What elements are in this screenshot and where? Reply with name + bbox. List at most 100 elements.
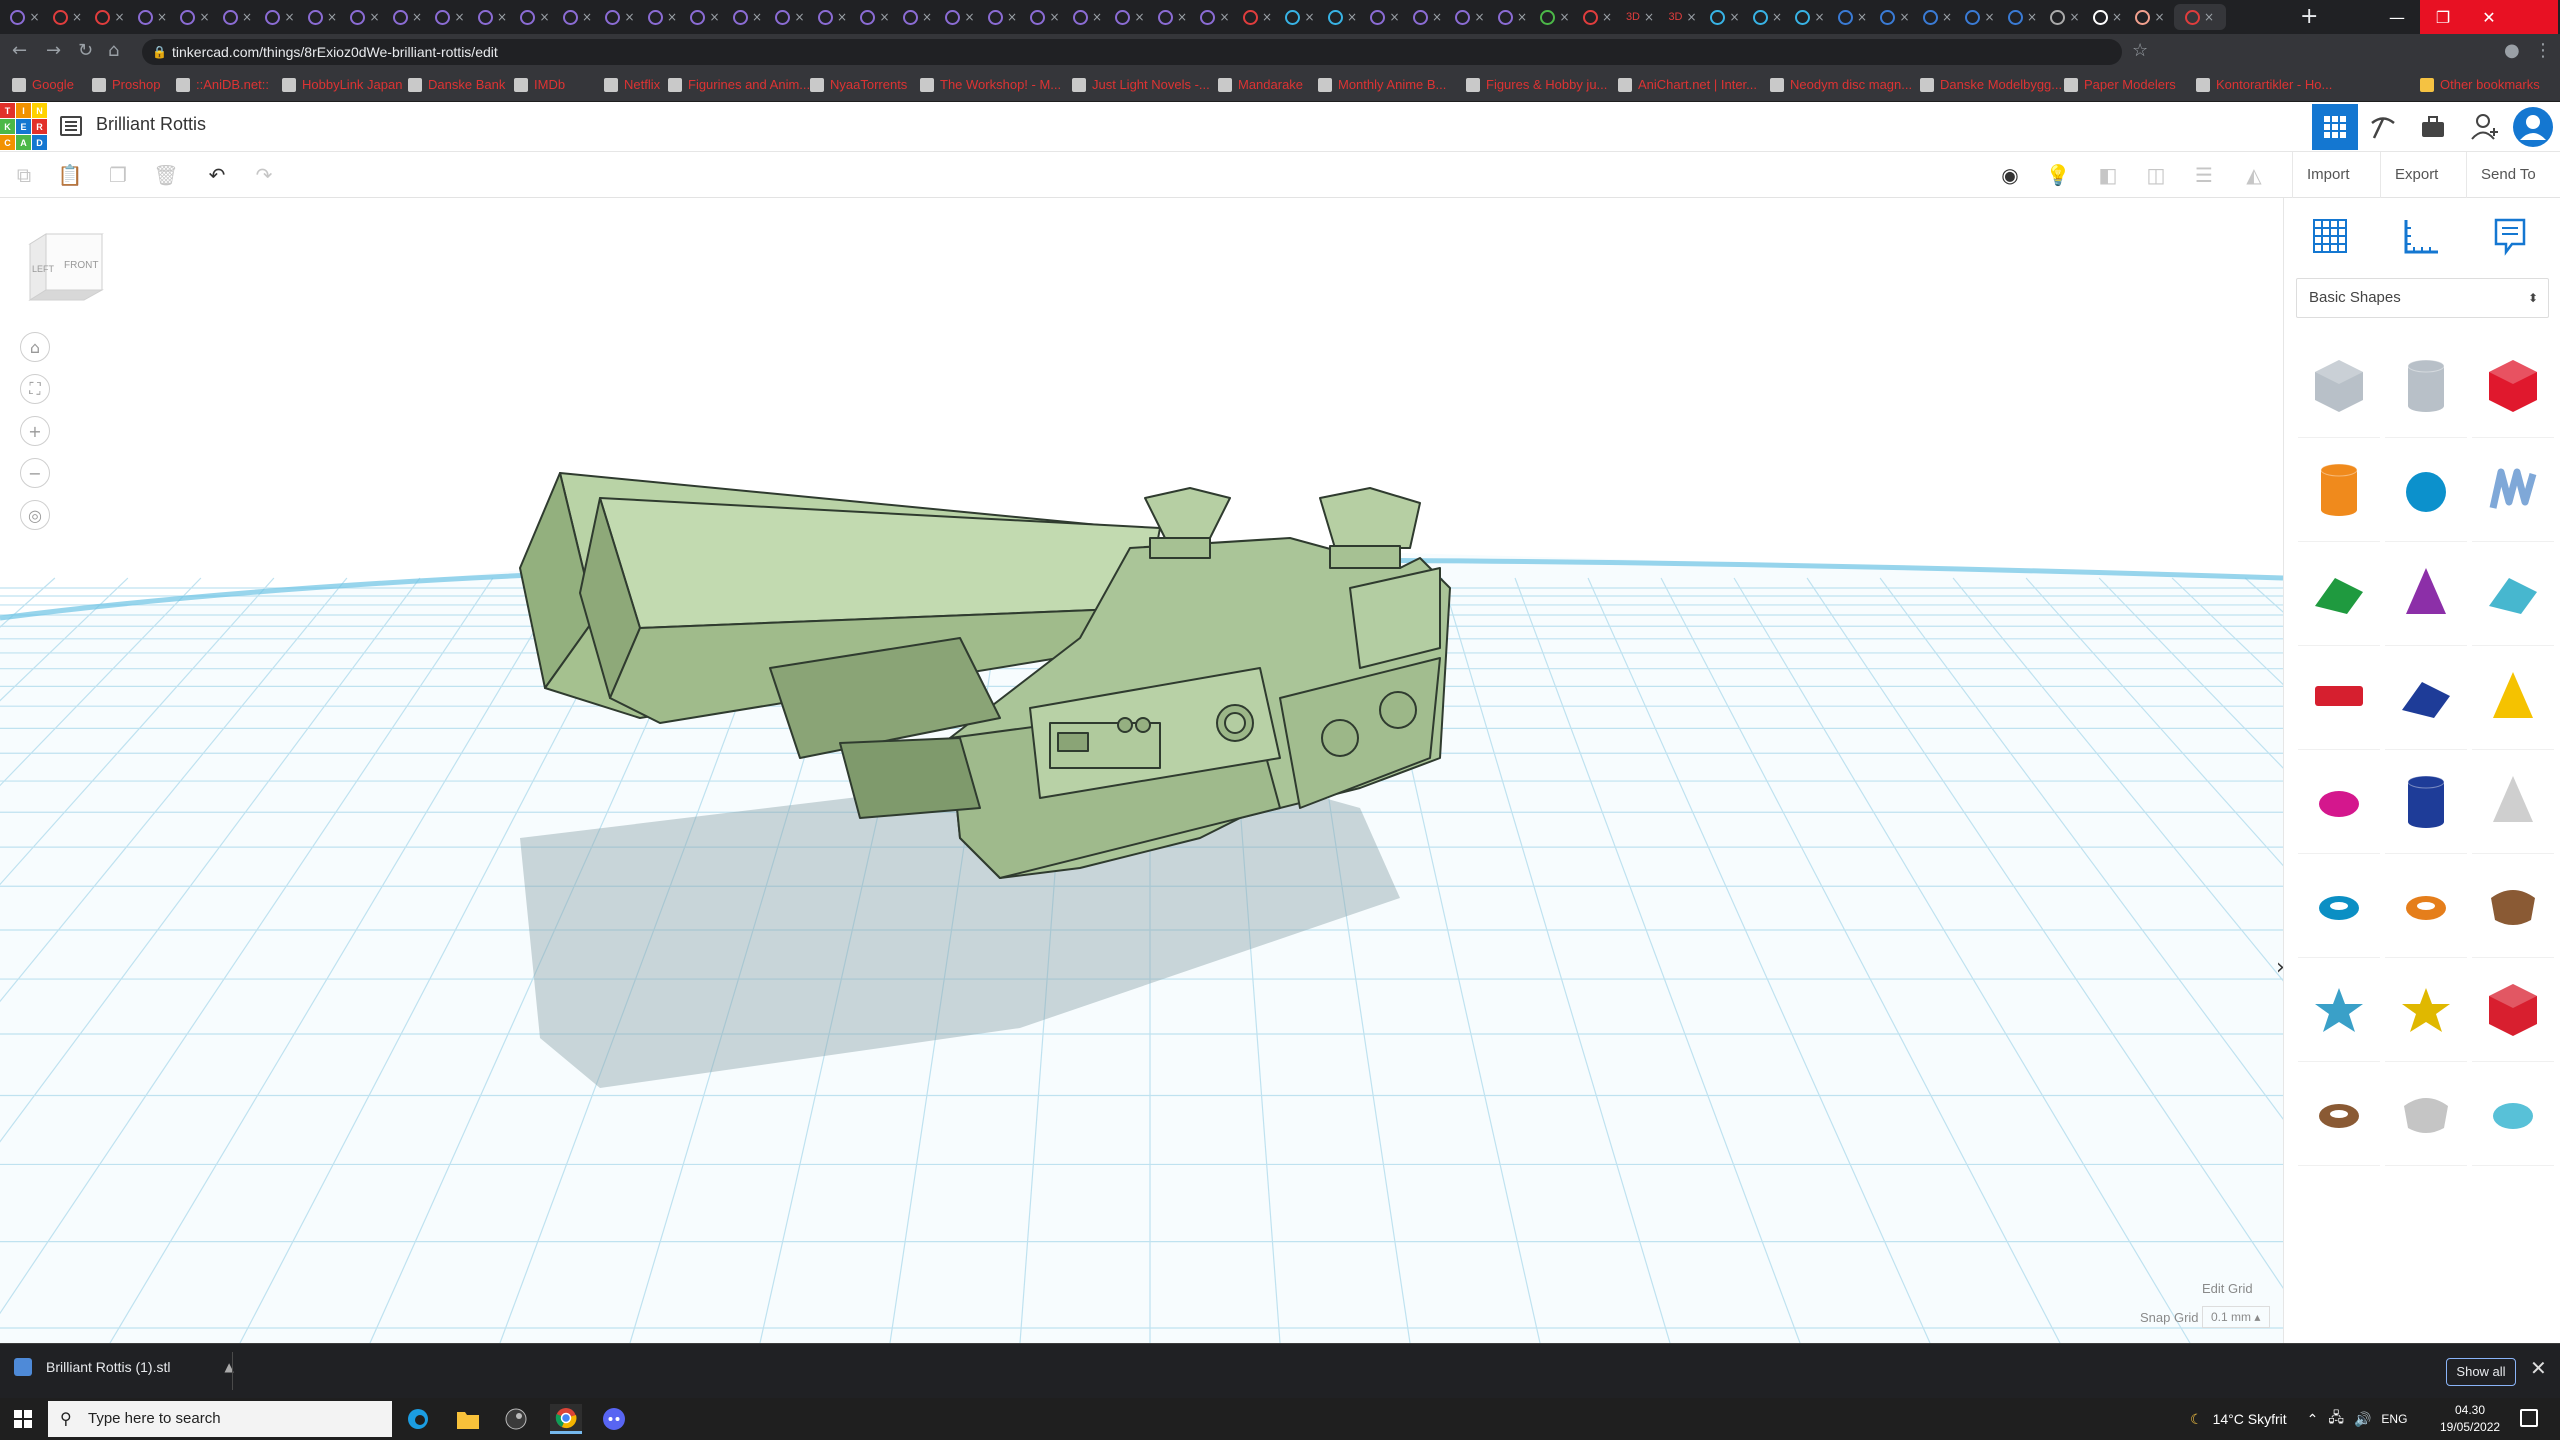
browser-tab[interactable]: × bbox=[304, 4, 342, 30]
tab-close-icon[interactable]: × bbox=[72, 10, 82, 24]
bookmark-star-icon[interactable]: ☆ bbox=[2132, 40, 2148, 61]
user-avatar[interactable] bbox=[2510, 104, 2556, 150]
tab-close-icon[interactable]: × bbox=[1559, 10, 1569, 24]
browser-tab[interactable]: × bbox=[1961, 4, 1999, 30]
home-view-button[interactable]: ⌂ bbox=[20, 332, 50, 362]
zoom-out-button[interactable]: − bbox=[20, 458, 50, 488]
shape-scribble[interactable] bbox=[2472, 438, 2554, 542]
group-icon[interactable]: ◧ bbox=[2094, 161, 2122, 189]
browser-tab[interactable]: × bbox=[1026, 4, 1064, 30]
forward-icon[interactable]: → bbox=[46, 40, 61, 61]
bookmark-item[interactable]: ::AniDB.net:: bbox=[176, 77, 269, 92]
fit-view-button[interactable]: ⛶ bbox=[20, 374, 50, 404]
shape-torus[interactable] bbox=[2298, 854, 2380, 958]
tab-close-icon[interactable]: × bbox=[1899, 10, 1909, 24]
shape-box-hole[interactable] bbox=[2298, 334, 2380, 438]
home-icon[interactable]: ⌂ bbox=[108, 40, 119, 61]
shape-cylinder[interactable] bbox=[2298, 438, 2380, 542]
tab-close-icon[interactable]: × bbox=[1644, 10, 1654, 24]
taskbar-clock[interactable]: 04.30 19/05/2022 bbox=[2440, 1402, 2500, 1436]
tab-close-icon[interactable]: × bbox=[1177, 10, 1187, 24]
download-item[interactable]: Brilliant Rottis (1).stl ▲ bbox=[14, 1358, 234, 1376]
browser-tab[interactable]: × bbox=[1749, 4, 1787, 30]
edge-icon[interactable] bbox=[402, 1404, 434, 1434]
browser-tab[interactable]: × bbox=[1111, 4, 1149, 30]
tab-close-icon[interactable]: × bbox=[1007, 10, 1017, 24]
bookmark-item[interactable]: Figures & Hobby ju... bbox=[1466, 77, 1607, 92]
browser-tab[interactable]: × bbox=[1919, 4, 1957, 30]
tab-close-icon[interactable]: × bbox=[1772, 10, 1782, 24]
download-close-icon[interactable]: ✕ bbox=[2530, 1356, 2547, 1380]
tab-close-icon[interactable]: × bbox=[284, 10, 294, 24]
shape-half-sphere[interactable] bbox=[2298, 750, 2380, 854]
chevron-up-icon[interactable]: ⌃ bbox=[2307, 1411, 2319, 1428]
shape-star[interactable] bbox=[2298, 958, 2380, 1062]
paste-icon[interactable]: 📋 bbox=[56, 161, 84, 189]
bricks-view-button[interactable] bbox=[2410, 104, 2456, 150]
browser-tab[interactable]: × bbox=[1069, 4, 1107, 30]
shape-shape-generator[interactable] bbox=[2472, 854, 2554, 958]
tab-close-icon[interactable]: × bbox=[1304, 10, 1314, 24]
browser-tab[interactable]: × bbox=[346, 4, 384, 30]
tab-close-icon[interactable]: × bbox=[157, 10, 167, 24]
tab-close-icon[interactable]: × bbox=[199, 10, 209, 24]
bookmark-item[interactable]: AniChart.net | Inter... bbox=[1618, 77, 1757, 92]
workplane-grid[interactable] bbox=[0, 198, 2283, 1343]
browser-tab[interactable]: × bbox=[1281, 4, 1319, 30]
reload-icon[interactable]: ↻ bbox=[78, 40, 93, 61]
back-icon[interactable]: ← bbox=[12, 40, 27, 61]
browser-tab[interactable]: × bbox=[1324, 4, 1362, 30]
browser-tab[interactable]: × bbox=[1834, 4, 1872, 30]
browser-tab[interactable]: × bbox=[176, 4, 214, 30]
tab-close-icon[interactable]: × bbox=[794, 10, 804, 24]
browser-tab[interactable]: × bbox=[1494, 4, 1532, 30]
shape-paraboloid[interactable] bbox=[2472, 750, 2554, 854]
tab-close-icon[interactable]: × bbox=[1517, 10, 1527, 24]
window-restore-button[interactable]: ❐ bbox=[2420, 0, 2466, 34]
export-button[interactable]: Export bbox=[2380, 152, 2452, 198]
shape-cylinder-hole[interactable] bbox=[2385, 334, 2467, 438]
bookmark-item[interactable]: Just Light Novels -... bbox=[1072, 77, 1210, 92]
tab-close-icon[interactable]: × bbox=[624, 10, 634, 24]
profile-avatar-icon[interactable]: ● bbox=[2504, 40, 2520, 61]
ortho-toggle-button[interactable]: ◎ bbox=[20, 500, 50, 530]
tab-close-icon[interactable]: × bbox=[837, 10, 847, 24]
edit-grid-link[interactable]: Edit Grid bbox=[2202, 1281, 2253, 1296]
browser-tab[interactable]: 3D × bbox=[1621, 4, 1659, 30]
file-explorer-icon[interactable] bbox=[452, 1404, 484, 1434]
tab-close-icon[interactable]: × bbox=[1389, 10, 1399, 24]
browser-tab[interactable]: × bbox=[729, 4, 767, 30]
tab-close-icon[interactable]: × bbox=[1347, 10, 1357, 24]
tab-close-icon[interactable]: × bbox=[1942, 10, 1952, 24]
chrome-icon[interactable] bbox=[550, 1404, 582, 1434]
mirror-icon[interactable]: ◭ bbox=[2240, 161, 2268, 189]
bookmark-item[interactable]: Mandarake bbox=[1218, 77, 1303, 92]
undo-icon[interactable]: ↶ bbox=[203, 161, 231, 189]
bookmark-item[interactable]: Other bookmarks bbox=[2420, 77, 2540, 92]
ruler-tool-button[interactable] bbox=[2396, 212, 2444, 260]
notification-icon[interactable] bbox=[2520, 1409, 2538, 1427]
bookmark-item[interactable]: Google bbox=[12, 77, 74, 92]
browser-tab[interactable]: × bbox=[941, 4, 979, 30]
browser-tab[interactable]: × bbox=[2089, 4, 2127, 30]
shape-star-gold[interactable] bbox=[2385, 958, 2467, 1062]
bookmark-item[interactable]: Figurines and Anim... bbox=[668, 77, 810, 92]
tab-close-icon[interactable]: × bbox=[1857, 10, 1867, 24]
browser-tab[interactable]: × bbox=[644, 4, 682, 30]
taskbar-search[interactable]: ⚲ Type here to search bbox=[48, 1401, 392, 1437]
bookmark-item[interactable]: Netflix bbox=[604, 77, 660, 92]
panel-collapse-icon[interactable]: › bbox=[2276, 955, 2283, 980]
tab-close-icon[interactable]: × bbox=[114, 10, 124, 24]
browser-tab[interactable]: × bbox=[134, 4, 172, 30]
tab-close-icon[interactable]: × bbox=[369, 10, 379, 24]
tab-close-icon[interactable]: × bbox=[964, 10, 974, 24]
notes-icon[interactable]: ◉ bbox=[1996, 161, 2024, 189]
tab-close-icon[interactable]: × bbox=[667, 10, 677, 24]
shape-category-select[interactable]: Basic Shapes ⬍ bbox=[2296, 278, 2549, 318]
window-close-button[interactable]: ✕ bbox=[2466, 0, 2512, 34]
snap-grid-select[interactable]: 0.1 mm ▴ bbox=[2202, 1306, 2270, 1328]
import-button[interactable]: Import bbox=[2292, 152, 2364, 198]
shape-wedge[interactable] bbox=[2385, 646, 2467, 750]
show-all-button[interactable]: Show all bbox=[2446, 1358, 2516, 1386]
bookmark-item[interactable]: Kontorartikler - Ho... bbox=[2196, 77, 2332, 92]
